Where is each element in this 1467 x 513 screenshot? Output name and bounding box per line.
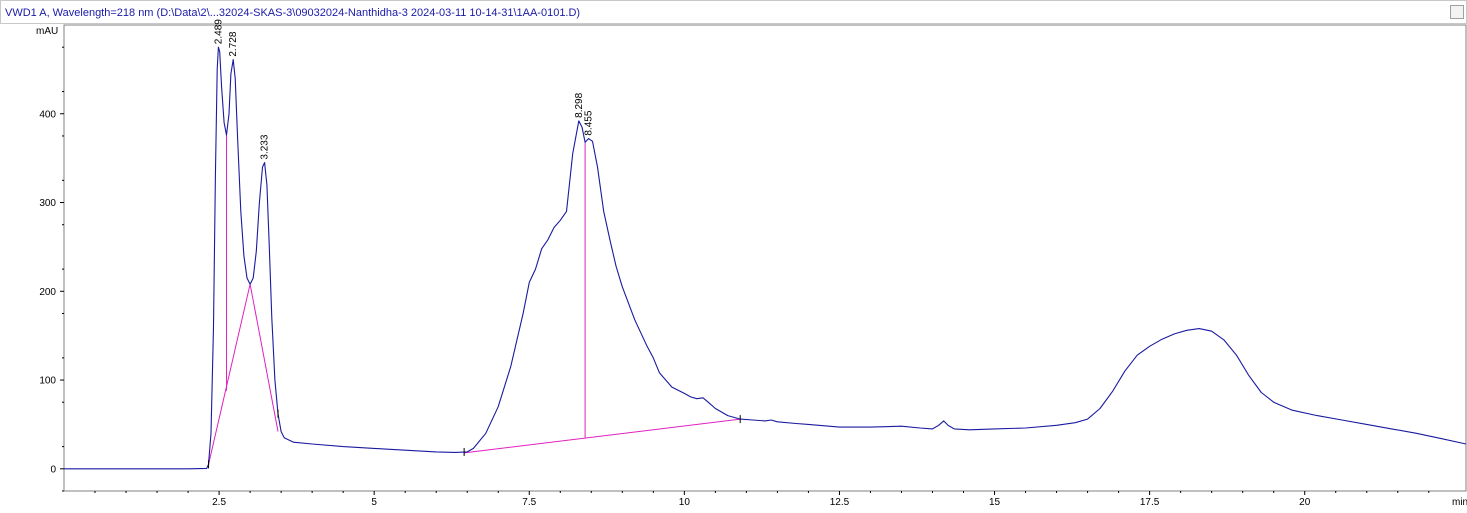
peak-label: 3.233 bbox=[260, 134, 271, 159]
x-tick-label: 2.5 bbox=[212, 497, 226, 508]
chromatogram-chart: 0 100 200 300 400 2.5 5 7.5 10 12.5 15 17.5 20 mAU min… bbox=[36, 19, 1467, 508]
y-tick-label: 200 bbox=[39, 287, 56, 298]
y-tick-label: 300 bbox=[39, 198, 56, 209]
peak-label: 8.455 bbox=[584, 110, 595, 135]
peak-label: 2.728 bbox=[228, 31, 239, 56]
y-tick-label: 0 bbox=[50, 464, 56, 475]
x-tick-label: 5 bbox=[371, 497, 377, 508]
peak-label: 2.489 bbox=[213, 19, 224, 44]
x-tick-label: 15 bbox=[989, 497, 1001, 508]
y-tick-label: 400 bbox=[39, 109, 56, 120]
x-tick-label: 7.5 bbox=[522, 497, 536, 508]
y-tick-label: 100 bbox=[39, 376, 56, 387]
x-tick-label: 17.5 bbox=[1140, 497, 1160, 508]
x-tick-label: 20 bbox=[1299, 497, 1311, 508]
x-tick-label: 10 bbox=[679, 497, 691, 508]
x-tick-label: 12.5 bbox=[830, 497, 850, 508]
y-axis-unit: mAU bbox=[36, 26, 58, 37]
x-axis-unit: min bbox=[1452, 497, 1467, 508]
